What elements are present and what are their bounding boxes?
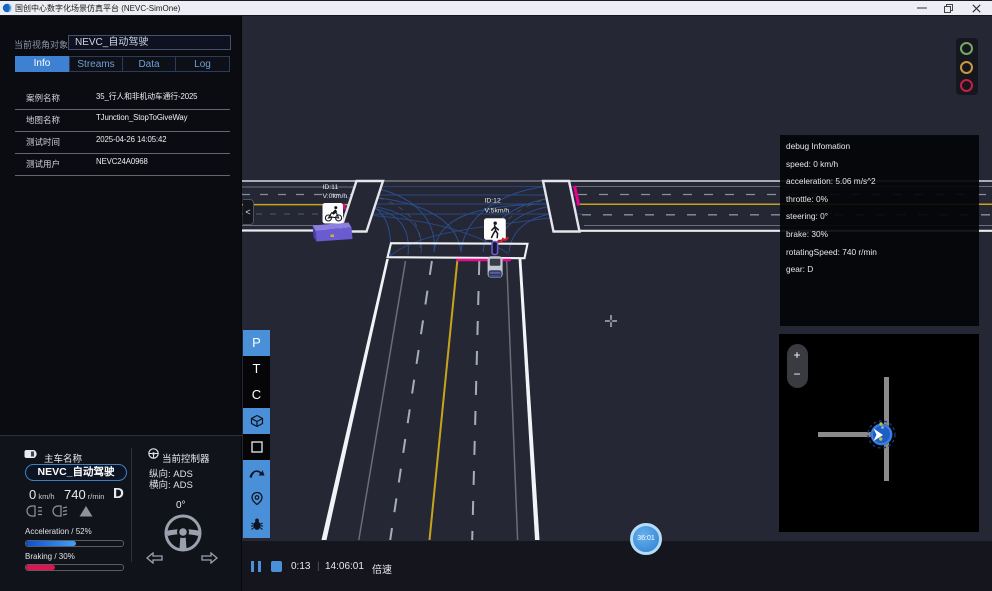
svg-text:V:0km/h: V:0km/h [323, 193, 348, 200]
svg-text:V:5km/h: V:5km/h [485, 208, 510, 215]
svg-text:ID:11: ID:11 [323, 184, 339, 191]
svg-text:ID:12: ID:12 [485, 198, 501, 205]
